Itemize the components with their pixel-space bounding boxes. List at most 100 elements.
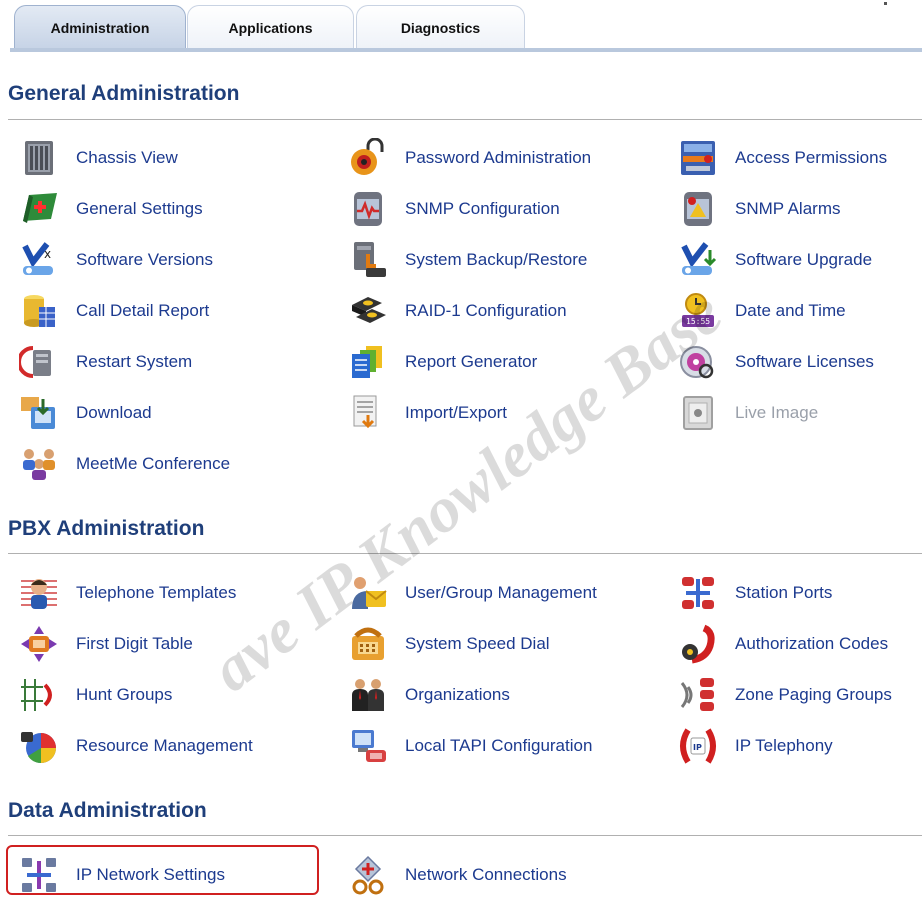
section-divider: [8, 119, 922, 120]
item-user-group-management[interactable]: User/Group Management: [345, 571, 597, 615]
item-label: Restart System: [76, 352, 193, 371]
item-network-connections[interactable]: Network Connections: [345, 853, 567, 897]
item-label: Report Generator: [405, 352, 538, 371]
item-system-backup-restore[interactable]: System Backup/Restore: [345, 238, 587, 282]
speed-dial-icon: [345, 622, 391, 666]
item-station-ports[interactable]: Station Ports: [675, 571, 832, 615]
chassis-icon: [16, 136, 62, 180]
item-raid-configuration[interactable]: RAID-1 Configuration: [345, 289, 567, 333]
item-label: Station Ports: [735, 583, 833, 602]
item-authorization-codes[interactable]: Authorization Codes: [675, 622, 888, 666]
item-zone-paging-groups[interactable]: Zone Paging Groups: [675, 673, 892, 717]
item-general-settings[interactable]: General Settings: [16, 187, 203, 231]
item-telephone-templates[interactable]: Telephone Templates: [16, 571, 236, 615]
section-title-general: General Administration: [8, 82, 240, 105]
item-label: Download: [76, 403, 152, 422]
item-snmp-alarms[interactable]: SNMP Alarms: [675, 187, 841, 231]
item-label: Import/Export: [405, 403, 508, 422]
password-icon: [345, 136, 391, 180]
item-import-export[interactable]: Import/Export: [345, 391, 507, 435]
item-label: Network Connections: [405, 865, 567, 884]
item-download[interactable]: Download: [16, 391, 152, 435]
item-restart-system[interactable]: Restart System: [16, 340, 192, 384]
item-resource-management[interactable]: Resource Management: [16, 724, 253, 768]
item-label: Software Versions: [76, 250, 214, 269]
tab-applications[interactable]: Applications: [187, 5, 354, 49]
item-label: Hunt Groups: [76, 685, 173, 704]
item-label: Zone Paging Groups: [735, 685, 892, 704]
item-label: First Digit Table: [76, 634, 193, 653]
item-label: User/Group Management: [405, 583, 597, 602]
live-image-icon: [675, 391, 721, 435]
item-meetme-conference[interactable]: MeetMe Conference: [16, 442, 230, 486]
item-label: Software Upgrade: [735, 250, 873, 269]
ip-network-icon: [16, 853, 62, 897]
download-icon: [16, 391, 62, 435]
ip-telephony-icon: IP: [675, 724, 721, 768]
item-label: Date and Time: [735, 301, 846, 320]
restart-icon: [16, 340, 62, 384]
item-chassis-view[interactable]: Chassis View: [16, 136, 178, 180]
item-snmp-configuration[interactable]: SNMP Configuration: [345, 187, 560, 231]
item-ip-network-settings[interactable]: IP Network Settings: [16, 853, 225, 897]
tapi-icon: [345, 724, 391, 768]
item-label: Chassis View: [76, 148, 178, 167]
item-software-licenses[interactable]: Software Licenses: [675, 340, 874, 384]
first-digit-icon: [16, 622, 62, 666]
item-label: SNMP Alarms: [735, 199, 841, 218]
item-organizations[interactable]: Organizations: [345, 673, 510, 717]
item-local-tapi-configuration[interactable]: Local TAPI Configuration: [345, 724, 592, 768]
item-system-speed-dial[interactable]: System Speed Dial: [345, 622, 550, 666]
item-label: IP Network Settings: [76, 865, 225, 884]
svg-text:IP: IP: [693, 743, 702, 752]
item-password-administration[interactable]: Password Administration: [345, 136, 591, 180]
snmp-alarms-icon: [675, 187, 721, 231]
item-call-detail-report[interactable]: Call Detail Report: [16, 289, 209, 333]
item-software-upgrade[interactable]: Software Upgrade: [675, 238, 872, 282]
section-title-data: Data Administration: [8, 799, 207, 822]
tab-bar: Administration Applications Diagnostics: [0, 0, 922, 52]
item-label: IP Telephony: [735, 736, 833, 755]
item-date-and-time[interactable]: 15:55 Date and Time: [675, 289, 846, 333]
item-report-generator[interactable]: Report Generator: [345, 340, 537, 384]
software-upgrade-icon: [675, 238, 721, 282]
item-first-digit-table[interactable]: First Digit Table: [16, 622, 193, 666]
telephone-templates-icon: [16, 571, 62, 615]
tab-diagnostics[interactable]: Diagnostics: [356, 5, 525, 49]
svg-text:x: x: [44, 247, 51, 261]
item-ip-telephony[interactable]: IP IP Telephony: [675, 724, 833, 768]
item-label: Call Detail Report: [76, 301, 210, 320]
item-label: System Backup/Restore: [405, 250, 588, 269]
report-generator-icon: [345, 340, 391, 384]
software-versions-icon: x: [16, 238, 62, 282]
station-ports-icon: [675, 571, 721, 615]
resource-icon: [16, 724, 62, 768]
svg-text:15:55: 15:55: [686, 317, 710, 326]
item-label: Authorization Codes: [735, 634, 889, 653]
item-label: General Settings: [76, 199, 203, 218]
item-access-permissions[interactable]: Access Permissions: [675, 136, 887, 180]
access-permissions-icon: [675, 136, 721, 180]
item-label: Organizations: [405, 685, 510, 704]
snmp-config-icon: [345, 187, 391, 231]
item-label: MeetMe Conference: [76, 454, 231, 473]
section-title-pbx: PBX Administration: [8, 517, 205, 540]
item-software-versions[interactable]: x Software Versions: [16, 238, 213, 282]
section-divider: [8, 553, 922, 554]
item-label: SNMP Configuration: [405, 199, 560, 218]
network-connections-icon: [345, 853, 391, 897]
item-label: Password Administration: [405, 148, 592, 167]
item-label: Live Image: [735, 403, 819, 422]
hunt-groups-icon: [16, 673, 62, 717]
item-hunt-groups[interactable]: Hunt Groups: [16, 673, 172, 717]
tab-administration[interactable]: Administration: [14, 5, 186, 49]
item-label: RAID-1 Configuration: [405, 301, 567, 320]
organizations-icon: [345, 673, 391, 717]
import-export-icon: [345, 391, 391, 435]
user-group-icon: [345, 571, 391, 615]
clock-icon: 15:55: [675, 289, 721, 333]
conference-icon: [16, 442, 62, 486]
item-live-image: Live Image: [675, 391, 818, 435]
licenses-icon: [675, 340, 721, 384]
call-detail-icon: [16, 289, 62, 333]
